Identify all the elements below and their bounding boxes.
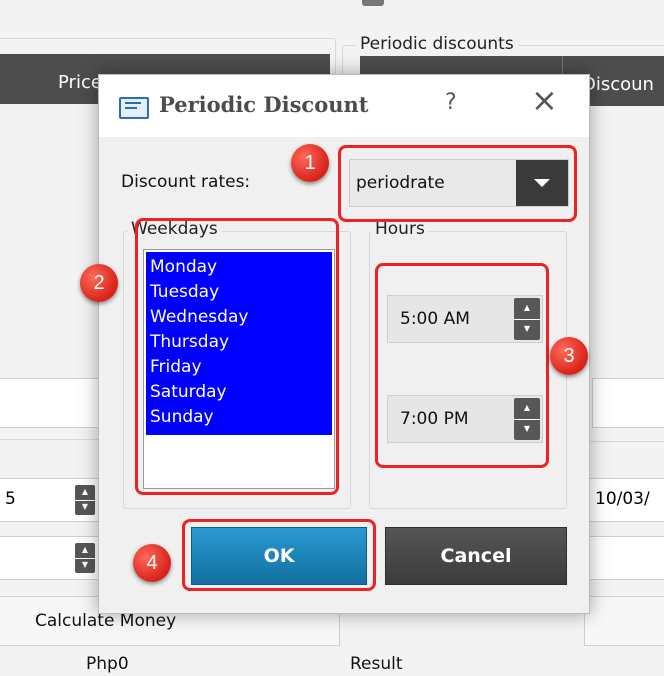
annotation-box-ok — [182, 519, 376, 591]
price-header-label: Price — [58, 72, 102, 93]
cancel-button-label: Cancel — [440, 545, 512, 567]
left-number-spinner[interactable]: ▲ ▼ — [75, 485, 95, 515]
close-icon[interactable]: × — [531, 84, 558, 116]
right-bottom-field[interactable] — [584, 596, 664, 646]
annotation-box-discount-rate — [338, 145, 577, 222]
dialog-titlebar: Periodic Discount ? × — [99, 75, 589, 137]
left-number-field[interactable]: 5 ▲ ▼ — [0, 478, 100, 522]
annotation-badge-2: 2 — [80, 264, 118, 302]
left-input-field[interactable] — [0, 378, 100, 428]
spinner-up-icon[interactable]: ▲ — [75, 543, 95, 559]
calculate-money-label: Calculate Money — [35, 611, 177, 631]
annotation-badge-3: 3 — [550, 337, 588, 375]
annotation-badge-1: 1 — [291, 144, 329, 182]
hours-label: Hours — [371, 219, 429, 239]
spinner-up-icon[interactable]: ▲ — [75, 485, 95, 501]
right-input-field[interactable] — [592, 378, 664, 428]
app-icon — [119, 97, 149, 119]
right-second-field[interactable] — [586, 536, 664, 580]
discount-header-label: Discoun — [582, 74, 654, 95]
help-button[interactable]: ? — [445, 90, 457, 115]
amount-label: Php0 — [86, 654, 129, 674]
date-field[interactable]: 10/03/ — [586, 478, 664, 522]
annotation-box-weekdays — [135, 218, 339, 495]
periodic-discounts-label: Periodic discounts — [356, 34, 518, 54]
left-second-field[interactable]: ▲ ▼ — [0, 536, 100, 580]
top-scroll-handle — [362, 0, 384, 6]
annotation-box-hours — [375, 263, 549, 468]
result-label: Result — [350, 654, 403, 674]
cancel-button[interactable]: Cancel — [385, 527, 567, 585]
spinner-down-icon[interactable]: ▼ — [75, 558, 95, 573]
date-value: 10/03/ — [595, 489, 650, 509]
annotation-badge-4: 4 — [133, 544, 171, 582]
dialog-title: Periodic Discount — [159, 92, 369, 117]
left-second-spinner[interactable]: ▲ ▼ — [75, 543, 95, 573]
left-number-value: 5 — [5, 489, 16, 509]
discount-rates-label: Discount rates: — [121, 172, 251, 192]
spinner-down-icon[interactable]: ▼ — [75, 500, 95, 515]
